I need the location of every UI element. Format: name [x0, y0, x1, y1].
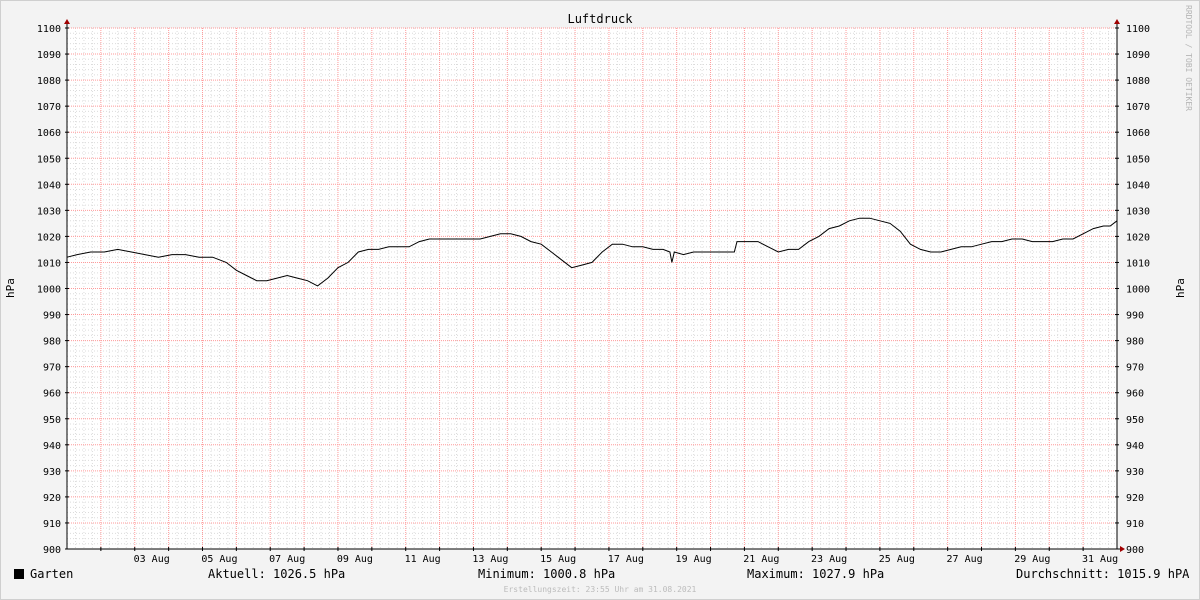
legend-series-label: Garten [30, 567, 74, 581]
x-tick-label: 13 Aug [472, 554, 508, 565]
y-tick-label-right: 1010 [1126, 258, 1150, 269]
x-tick-label: 21 Aug [743, 554, 779, 565]
y-tick-labels-right: 900 910 920 930 940 950 960 970 980 990 1000 1010 10… [1126, 24, 1150, 556]
rrdtool-watermark: RRDTOOL / TOBI OETIKER [1184, 5, 1193, 111]
y-tick-label-left: 980 [43, 337, 61, 348]
chart-svg: 900 910 920 930 940 950 960 970 980 990 1000 1010 10… [4, 5, 1193, 565]
y-tick-label-left: 1010 [37, 258, 61, 269]
y-tick-label-left: 910 [43, 519, 61, 530]
y-tick-label-left: 940 [43, 441, 61, 452]
y-tick-label-right: 940 [1126, 441, 1144, 452]
x-tick-labels: 03 Aug 05 Aug 07 Aug 09 Aug 11 Aug 13 Aug 15 A… [134, 554, 1119, 565]
y-tick-label-right: 1040 [1126, 180, 1150, 191]
x-axis-arrow [1120, 546, 1125, 552]
y-tick-label-right: 950 [1126, 415, 1144, 426]
y-tick-label-left: 960 [43, 389, 61, 400]
legend-row: Garten Aktuell: 1026.5 hPa Minimum: 1000… [14, 567, 1190, 583]
y-tick-label-left: 1060 [37, 128, 61, 139]
y-tick-label-right: 1060 [1126, 128, 1150, 139]
y-tick-label-right: 980 [1126, 337, 1144, 348]
legend-minimum: Minimum: 1000.8 hPa [478, 567, 616, 581]
x-tick-label: 17 Aug [608, 554, 644, 565]
y-tick-label-left: 1050 [37, 154, 61, 165]
y-tick-label-right: 1000 [1126, 285, 1150, 296]
x-tick-label: 09 Aug [337, 554, 373, 565]
x-tick-label: 25 Aug [879, 554, 915, 565]
y-axis-label-right: hPa [1174, 278, 1187, 298]
creation-time-footer: Erstellungszeit: 23:55 Uhr am 31.08.2021 [503, 585, 697, 594]
y-tick-label-right: 900 [1126, 545, 1144, 556]
y-tick-labels-left: 900 910 920 930 940 950 960 970 980 990 1000 1010 10… [37, 24, 61, 556]
chart-title: Luftdruck [567, 12, 633, 26]
y-tick-label-left: 900 [43, 545, 61, 556]
y-tick-label-right: 910 [1126, 519, 1144, 530]
x-tick-label: 03 Aug [134, 554, 170, 565]
y-tick-label-left: 1100 [37, 24, 61, 35]
y-axis-left-arrow [64, 19, 70, 24]
y-tick-label-left: 1080 [37, 76, 61, 87]
x-tick-label: 23 Aug [811, 554, 847, 565]
x-tick-label: 27 Aug [947, 554, 983, 565]
y-tick-label-left: 1030 [37, 206, 61, 217]
y-tick-label-left: 990 [43, 311, 61, 322]
y-axis-label-left: hPa [4, 278, 17, 298]
y-tick-label-right: 1090 [1126, 50, 1150, 61]
y-tick-label-right: 1100 [1126, 24, 1150, 35]
y-tick-label-right: 1070 [1126, 102, 1150, 113]
y-tick-label-left: 920 [43, 493, 61, 504]
x-tick-label: 19 Aug [676, 554, 712, 565]
y-tick-label-left: 930 [43, 467, 61, 478]
y-tick-label-left: 950 [43, 415, 61, 426]
x-tick-label: 31 Aug [1082, 554, 1118, 565]
y-tick-label-right: 1030 [1126, 206, 1150, 217]
y-tick-label-right: 990 [1126, 311, 1144, 322]
x-tick-label: 29 Aug [1014, 554, 1050, 565]
y-tick-label-right: 960 [1126, 389, 1144, 400]
y-tick-label-right: 930 [1126, 467, 1144, 478]
y-tick-label-left: 1000 [37, 285, 61, 296]
y-tick-label-left: 1040 [37, 180, 61, 191]
x-tick-label: 11 Aug [405, 554, 441, 565]
x-tick-label: 07 Aug [269, 554, 305, 565]
y-tick-label-right: 920 [1126, 493, 1144, 504]
y-tick-label-left: 970 [43, 363, 61, 374]
legend-series: Garten [14, 567, 73, 581]
y-tick-label-left: 1090 [37, 50, 61, 61]
x-tick-label: 15 Aug [540, 554, 576, 565]
legend-maximum: Maximum: 1027.9 hPa [747, 567, 885, 581]
y-tick-label-left: 1020 [37, 232, 61, 243]
legend-average: Durchschnitt: 1015.9 hPA [1016, 567, 1190, 581]
y-tick-label-right: 1020 [1126, 232, 1150, 243]
y-tick-label-right: 1050 [1126, 154, 1150, 165]
y-tick-label-right: 970 [1126, 363, 1144, 374]
y-axis-right-arrow [1114, 19, 1120, 24]
x-tick-label: 05 Aug [201, 554, 237, 565]
legend-swatch [14, 569, 24, 579]
legend-current: Aktuell: 1026.5 hPa [208, 567, 346, 581]
y-tick-label-left: 1070 [37, 102, 61, 113]
y-tick-label-right: 1080 [1126, 76, 1150, 87]
